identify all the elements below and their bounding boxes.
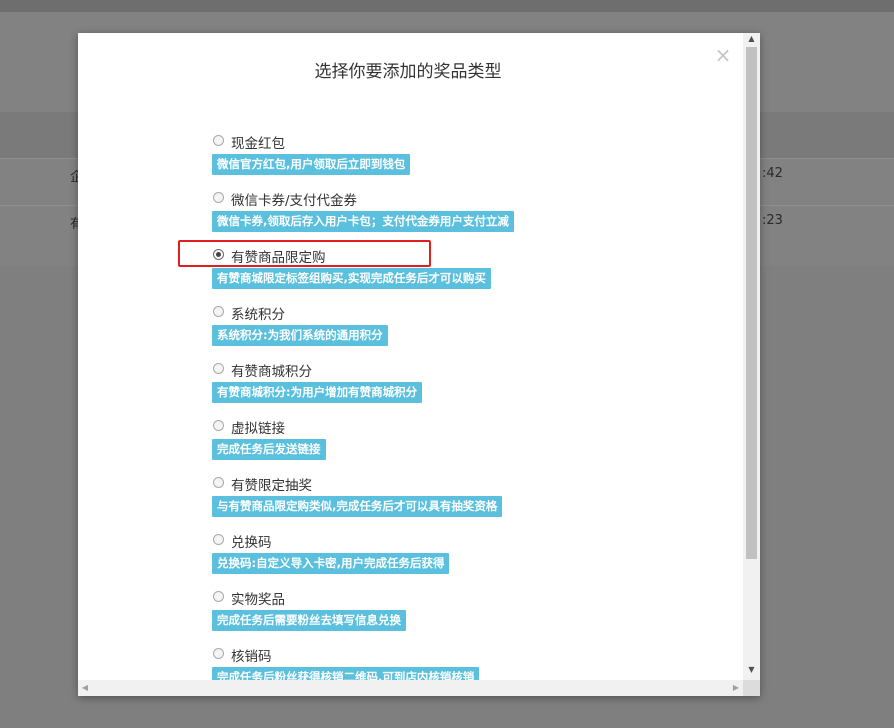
modal-title: 选择你要添加的奖品类型	[314, 62, 502, 82]
option-label: 有赞限定抽奖	[231, 478, 312, 494]
option-description-badge: 有赞商城积分:为用户增加有赞商城积分	[212, 382, 423, 403]
scroll-right-arrow-icon[interactable]: ▶	[729, 680, 743, 696]
radio-button[interactable]	[213, 477, 224, 488]
prize-type-modal: 选择你要添加的奖品类型 × 现金红包 微信官方红包,用户领取后立即到钱包 微信卡…	[78, 33, 760, 696]
option-label: 系统积分	[231, 307, 285, 323]
horizontal-scrollbar[interactable]: ◀ ▶	[78, 680, 743, 696]
option-label: 实物奖品	[231, 592, 285, 608]
background-cell: :23	[762, 213, 783, 228]
option-label: 微信卡券/支付代金券	[231, 193, 358, 209]
option-description-badge: 微信官方红包,用户领取后立即到钱包	[212, 154, 411, 175]
radio-button[interactable]	[213, 534, 224, 545]
option-description-badge: 系统积分:为我们系统的通用积分	[212, 325, 388, 346]
option-description-badge: 完成任务后发送链接	[212, 439, 326, 460]
radio-button[interactable]	[213, 135, 224, 146]
background-topbar	[0, 0, 894, 12]
background-cell: :42	[762, 166, 783, 181]
option-label: 现金红包	[231, 136, 285, 152]
option-label: 核销码	[231, 649, 272, 665]
radio-button[interactable]	[213, 648, 224, 659]
close-icon[interactable]: ×	[714, 45, 732, 65]
radio-button[interactable]	[213, 420, 224, 431]
radio-button[interactable]	[213, 306, 224, 317]
option-label: 有赞商城积分	[231, 364, 312, 380]
option-label: 有赞商品限定购	[231, 250, 326, 266]
radio-button[interactable]	[213, 192, 224, 203]
option-description-badge: 有赞商城限定标签组购买,实现完成任务后才可以购买	[212, 268, 491, 289]
vertical-scrollbar[interactable]: ▲ ▼	[743, 33, 760, 680]
radio-button[interactable]	[213, 591, 224, 602]
option-description-badge: 与有赞商品限定购类似,完成任务后才可以具有抽奖资格	[212, 496, 503, 517]
radio-button[interactable]	[213, 363, 224, 374]
scroll-left-arrow-icon[interactable]: ◀	[78, 680, 92, 696]
radio-button-checked[interactable]	[213, 249, 224, 260]
scrollbar-corner	[743, 680, 760, 696]
scroll-down-arrow-icon[interactable]: ▼	[743, 664, 760, 676]
option-description-badge: 完成任务后需要粉丝去填写信息兑换	[212, 610, 406, 631]
scroll-up-arrow-icon[interactable]: ▲	[743, 33, 760, 45]
option-description-badge: 兑换码:自定义导入卡密,用户完成任务后获得	[212, 553, 450, 574]
option-description-badge: 微信卡券,领取后存入用户卡包；支付代金券用户支付立减	[212, 211, 514, 232]
vertical-scroll-thumb[interactable]	[746, 47, 757, 559]
option-label: 兑换码	[231, 535, 272, 551]
option-label: 虚拟链接	[231, 421, 285, 437]
